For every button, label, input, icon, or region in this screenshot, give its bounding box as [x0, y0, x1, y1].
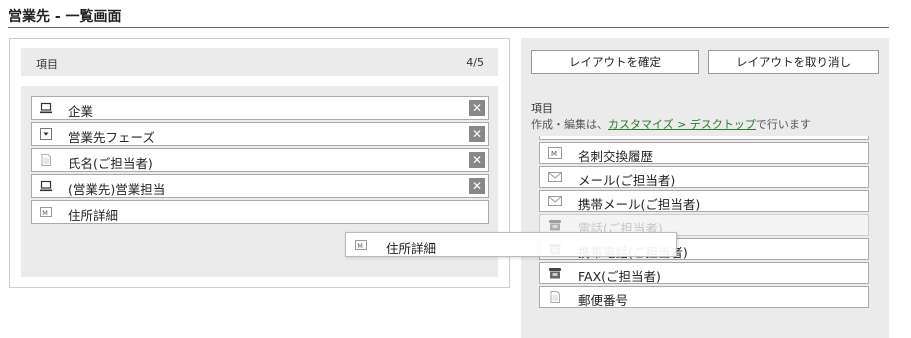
note-prefix: 作成・編集は、	[531, 118, 608, 131]
list-scroll-edge	[539, 136, 869, 140]
cancel-layout-button[interactable]: レイアウトを取り消し	[708, 50, 879, 74]
svg-text:M: M	[42, 209, 48, 217]
selected-field-label: 氏名(ご担当者)	[68, 156, 153, 171]
dragging-field-label: 住所詳細	[386, 241, 437, 256]
selected-field-row[interactable]: 氏名(ご担当者) ✕	[31, 148, 489, 172]
selected-field-row[interactable]: 企業 ✕	[31, 96, 489, 120]
dropdown-icon	[40, 128, 52, 140]
laptop-icon	[40, 102, 52, 114]
available-field-row[interactable]: M 名刺交換履歴	[539, 142, 869, 164]
note-suffix: で行います	[755, 118, 811, 131]
header-spacer	[21, 76, 498, 86]
remove-field-button[interactable]: ✕	[469, 100, 485, 116]
selected-field-label: 住所詳細	[68, 208, 119, 223]
envelope-icon	[548, 195, 562, 207]
selected-field-row[interactable]: M 住所詳細	[31, 200, 489, 224]
customize-desktop-link[interactable]: カスタマイズ > デスクトップ	[608, 118, 756, 131]
phone-icon	[548, 219, 562, 231]
available-fields-label: 項目	[531, 102, 553, 115]
available-field-label: 携帯メール(ご担当者)	[578, 197, 701, 212]
selected-field-label: 企業	[68, 104, 94, 119]
remove-field-button[interactable]: ✕	[469, 126, 485, 142]
available-field-label: FAX(ご担当者)	[578, 269, 661, 284]
document-icon	[548, 291, 562, 303]
phone-icon	[548, 267, 562, 279]
selected-field-row[interactable]: (営業先)営業担当 ✕	[31, 174, 489, 198]
selected-fields-list: 企業 ✕ 営業先フェーズ ✕ 氏名(ご担当者) ✕ (営業先)営業担当 ✕ M …	[31, 96, 489, 226]
title-divider	[8, 27, 889, 28]
available-field-label: 郵便番号	[578, 293, 629, 308]
customize-note: 作成・編集は、カスタマイズ > デスクトップで行います	[531, 116, 811, 132]
available-field-row[interactable]: 携帯メール(ご担当者)	[539, 190, 869, 212]
address-card-icon: M	[40, 206, 52, 218]
available-field-row[interactable]: 郵便番号	[539, 286, 869, 308]
selected-field-label: (営業先)営業担当	[68, 182, 166, 197]
confirm-layout-button[interactable]: レイアウトを確定	[531, 50, 699, 74]
available-fields-list: M 名刺交換履歴 メール(ご担当者) 携帯メール(ご担当者) 電話(ご担当者) …	[539, 142, 869, 310]
laptop-icon	[40, 180, 52, 192]
available-fields-panel: レイアウトを確定 レイアウトを取り消し 項目 作成・編集は、カスタマイズ > デ…	[521, 38, 889, 338]
selected-fields-count: 4/5	[466, 56, 484, 69]
available-field-row[interactable]: FAX(ご担当者)	[539, 262, 869, 284]
address-card-icon: M	[548, 147, 562, 159]
selected-field-row[interactable]: 営業先フェーズ ✕	[31, 122, 489, 146]
envelope-icon	[548, 171, 562, 183]
document-icon	[40, 154, 52, 166]
page-title: 営業先 - 一覧画面	[8, 9, 122, 25]
available-field-label: 名刺交換履歴	[578, 149, 654, 164]
remove-field-button[interactable]: ✕	[469, 178, 485, 194]
available-field-row[interactable]: メール(ご担当者)	[539, 166, 869, 188]
svg-text:M: M	[551, 150, 557, 158]
selected-field-label: 営業先フェーズ	[68, 130, 155, 145]
address-card-icon: M	[355, 239, 367, 251]
selected-fields-label: 項目	[36, 58, 58, 71]
remove-field-button[interactable]: ✕	[469, 152, 485, 168]
svg-text:M: M	[357, 242, 363, 250]
available-field-label: メール(ご担当者)	[578, 173, 676, 188]
selected-fields-header: 項目 4/5	[21, 48, 498, 76]
dragging-field-ghost[interactable]: M 住所詳細	[345, 232, 677, 257]
